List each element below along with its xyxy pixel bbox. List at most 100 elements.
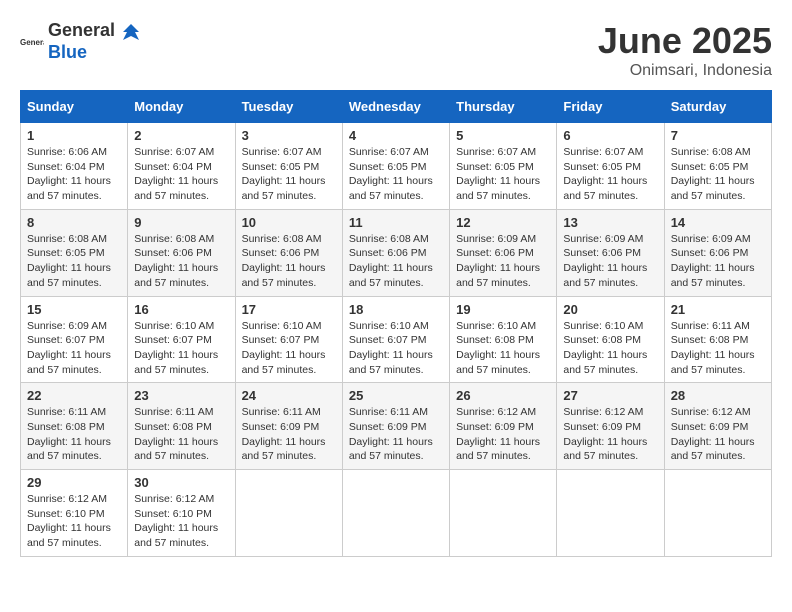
- day-cell-6: 6 Sunrise: 6:07 AMSunset: 6:05 PMDaylight…: [557, 123, 664, 210]
- day-of-week-monday: Monday: [128, 91, 235, 123]
- day-info-8: Sunrise: 6:08 AMSunset: 6:05 PMDaylight:…: [27, 232, 121, 291]
- day-number-25: 25: [349, 388, 443, 403]
- day-of-week-wednesday: Wednesday: [342, 91, 449, 123]
- day-info-21: Sunrise: 6:11 AMSunset: 6:08 PMDaylight:…: [671, 319, 765, 378]
- day-info-5: Sunrise: 6:07 AMSunset: 6:05 PMDaylight:…: [456, 145, 550, 204]
- day-number-4: 4: [349, 128, 443, 143]
- day-cell-10: 10Sunrise: 6:08 AMSunset: 6:06 PMDayligh…: [235, 209, 342, 296]
- day-cell-11: 11Sunrise: 6:08 AMSunset: 6:06 PMDayligh…: [342, 209, 449, 296]
- day-cell-27: 27 Sunrise: 6:12 AMSunset: 6:09 PMDayligh…: [557, 383, 664, 470]
- day-number-26: 26: [456, 388, 550, 403]
- week-row-5: 29 Sunrise: 6:12 AMSunset: 6:10 PMDayligh…: [21, 470, 772, 557]
- day-number-12: 12: [456, 215, 550, 230]
- day-cell-14: 14Sunrise: 6:09 AMSunset: 6:06 PMDayligh…: [664, 209, 771, 296]
- week-row-2: 8Sunrise: 6:08 AMSunset: 6:05 PMDaylight…: [21, 209, 772, 296]
- empty-cell: [557, 470, 664, 557]
- day-info-28: Sunrise: 6:12 AMSunset: 6:09 PMDaylight:…: [671, 405, 765, 464]
- day-info-12: Sunrise: 6:09 AMSunset: 6:06 PMDaylight:…: [456, 232, 550, 291]
- day-cell-29: 29 Sunrise: 6:12 AMSunset: 6:10 PMDayligh…: [21, 470, 128, 557]
- empty-cell: [342, 470, 449, 557]
- header: General General Blue June 2025 Onimsari,…: [20, 20, 772, 80]
- day-info-11: Sunrise: 6:08 AMSunset: 6:06 PMDaylight:…: [349, 232, 443, 291]
- day-number-23: 23: [134, 388, 228, 403]
- day-cell-15: 15 Sunrise: 6:09 AMSunset: 6:07 PMDayligh…: [21, 296, 128, 383]
- day-of-week-saturday: Saturday: [664, 91, 771, 123]
- day-number-9: 9: [134, 215, 228, 230]
- day-number-16: 16: [134, 302, 228, 317]
- day-cell-8: 8Sunrise: 6:08 AMSunset: 6:05 PMDaylight…: [21, 209, 128, 296]
- logo-icon: General: [20, 29, 44, 53]
- day-info-2: Sunrise: 6:07 AMSunset: 6:04 PMDaylight:…: [134, 145, 228, 204]
- day-number-6: 6: [563, 128, 657, 143]
- day-number-19: 19: [456, 302, 550, 317]
- day-info-23: Sunrise: 6:11 AMSunset: 6:08 PMDaylight:…: [134, 405, 228, 464]
- day-number-13: 13: [563, 215, 657, 230]
- day-cell-9: 9Sunrise: 6:08 AMSunset: 6:06 PMDaylight…: [128, 209, 235, 296]
- month-title: June 2025: [598, 20, 772, 62]
- day-info-29: Sunrise: 6:12 AMSunset: 6:10 PMDaylight:…: [27, 492, 121, 551]
- day-of-week-friday: Friday: [557, 91, 664, 123]
- week-row-4: 22 Sunrise: 6:11 AMSunset: 6:08 PMDayligh…: [21, 383, 772, 470]
- day-cell-22: 22 Sunrise: 6:11 AMSunset: 6:08 PMDayligh…: [21, 383, 128, 470]
- day-cell-5: 5 Sunrise: 6:07 AMSunset: 6:05 PMDaylight…: [450, 123, 557, 210]
- day-info-18: Sunrise: 6:10 AMSunset: 6:07 PMDaylight:…: [349, 319, 443, 378]
- day-info-25: Sunrise: 6:11 AMSunset: 6:09 PMDaylight:…: [349, 405, 443, 464]
- empty-cell: [664, 470, 771, 557]
- logo-bird-icon: [121, 22, 141, 42]
- day-cell-7: 7 Sunrise: 6:08 AMSunset: 6:05 PMDaylight…: [664, 123, 771, 210]
- day-cell-23: 23 Sunrise: 6:11 AMSunset: 6:08 PMDayligh…: [128, 383, 235, 470]
- empty-cell: [450, 470, 557, 557]
- day-number-7: 7: [671, 128, 765, 143]
- day-number-22: 22: [27, 388, 121, 403]
- day-info-4: Sunrise: 6:07 AMSunset: 6:05 PMDaylight:…: [349, 145, 443, 204]
- day-number-27: 27: [563, 388, 657, 403]
- days-of-week-row: SundayMondayTuesdayWednesdayThursdayFrid…: [21, 91, 772, 123]
- day-cell-18: 18 Sunrise: 6:10 AMSunset: 6:07 PMDayligh…: [342, 296, 449, 383]
- day-cell-4: 4 Sunrise: 6:07 AMSunset: 6:05 PMDaylight…: [342, 123, 449, 210]
- day-of-week-sunday: Sunday: [21, 91, 128, 123]
- day-cell-19: 19 Sunrise: 6:10 AMSunset: 6:08 PMDayligh…: [450, 296, 557, 383]
- day-number-2: 2: [134, 128, 228, 143]
- day-cell-25: 25 Sunrise: 6:11 AMSunset: 6:09 PMDayligh…: [342, 383, 449, 470]
- day-cell-28: 28 Sunrise: 6:12 AMSunset: 6:09 PMDayligh…: [664, 383, 771, 470]
- day-info-26: Sunrise: 6:12 AMSunset: 6:09 PMDaylight:…: [456, 405, 550, 464]
- day-info-22: Sunrise: 6:11 AMSunset: 6:08 PMDaylight:…: [27, 405, 121, 464]
- day-number-5: 5: [456, 128, 550, 143]
- day-info-16: Sunrise: 6:10 AMSunset: 6:07 PMDaylight:…: [134, 319, 228, 378]
- empty-cell: [235, 470, 342, 557]
- day-cell-1: 1 Sunrise: 6:06 AMSunset: 6:04 PMDaylight…: [21, 123, 128, 210]
- day-info-20: Sunrise: 6:10 AMSunset: 6:08 PMDaylight:…: [563, 319, 657, 378]
- day-number-3: 3: [242, 128, 336, 143]
- calendar-table: SundayMondayTuesdayWednesdayThursdayFrid…: [20, 90, 772, 557]
- day-info-14: Sunrise: 6:09 AMSunset: 6:06 PMDaylight:…: [671, 232, 765, 291]
- day-info-7: Sunrise: 6:08 AMSunset: 6:05 PMDaylight:…: [671, 145, 765, 204]
- day-info-15: Sunrise: 6:09 AMSunset: 6:07 PMDaylight:…: [27, 319, 121, 378]
- day-info-30: Sunrise: 6:12 AMSunset: 6:10 PMDaylight:…: [134, 492, 228, 551]
- day-info-27: Sunrise: 6:12 AMSunset: 6:09 PMDaylight:…: [563, 405, 657, 464]
- day-of-week-tuesday: Tuesday: [235, 91, 342, 123]
- day-info-19: Sunrise: 6:10 AMSunset: 6:08 PMDaylight:…: [456, 319, 550, 378]
- day-number-29: 29: [27, 475, 121, 490]
- day-number-21: 21: [671, 302, 765, 317]
- day-number-10: 10: [242, 215, 336, 230]
- logo-general-text: General: [48, 20, 115, 40]
- day-cell-13: 13 Sunrise: 6:09 AMSunset: 6:06 PMDayligh…: [557, 209, 664, 296]
- day-cell-12: 12 Sunrise: 6:09 AMSunset: 6:06 PMDayligh…: [450, 209, 557, 296]
- day-cell-2: 2 Sunrise: 6:07 AMSunset: 6:04 PMDaylight…: [128, 123, 235, 210]
- day-number-18: 18: [349, 302, 443, 317]
- svg-text:General: General: [20, 38, 44, 47]
- day-number-17: 17: [242, 302, 336, 317]
- week-row-3: 15 Sunrise: 6:09 AMSunset: 6:07 PMDayligh…: [21, 296, 772, 383]
- day-number-15: 15: [27, 302, 121, 317]
- day-cell-24: 24Sunrise: 6:11 AMSunset: 6:09 PMDayligh…: [235, 383, 342, 470]
- day-cell-17: 17Sunrise: 6:10 AMSunset: 6:07 PMDayligh…: [235, 296, 342, 383]
- day-number-20: 20: [563, 302, 657, 317]
- day-info-6: Sunrise: 6:07 AMSunset: 6:05 PMDaylight:…: [563, 145, 657, 204]
- logo-blue-text: Blue: [48, 42, 87, 62]
- day-info-13: Sunrise: 6:09 AMSunset: 6:06 PMDaylight:…: [563, 232, 657, 291]
- title-area: June 2025 Onimsari, Indonesia: [598, 20, 772, 80]
- day-number-28: 28: [671, 388, 765, 403]
- day-number-1: 1: [27, 128, 121, 143]
- location-title: Onimsari, Indonesia: [598, 62, 772, 80]
- day-info-1: Sunrise: 6:06 AMSunset: 6:04 PMDaylight:…: [27, 145, 121, 204]
